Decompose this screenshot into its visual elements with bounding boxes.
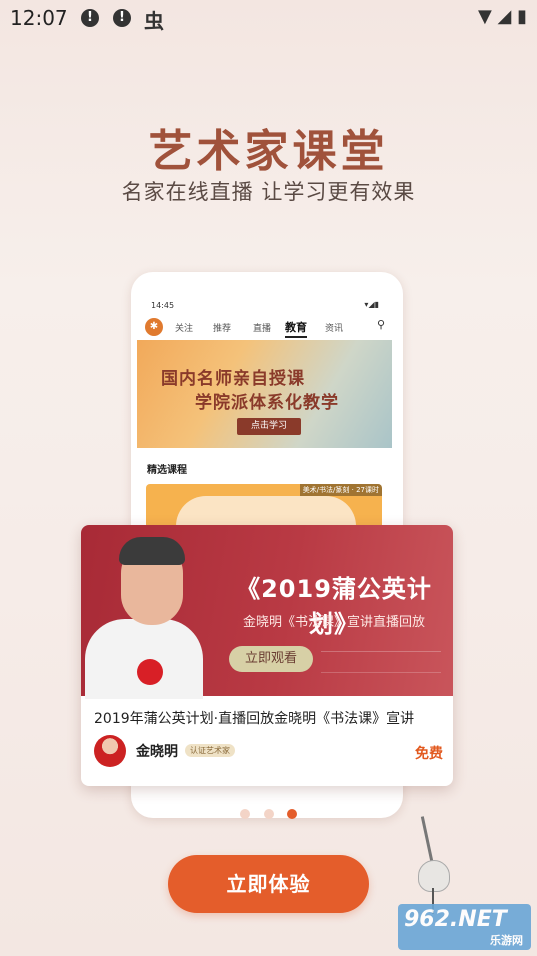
hero-title: 艺术家课堂 xyxy=(148,126,389,177)
course-banner-subtitle: 金晓明《书法课》宣讲直播回放 xyxy=(242,615,425,630)
status-bar: 12:07 ! ! 虫 ▼ ◢ ▮ xyxy=(0,0,537,36)
phone-status-time: 14:45 xyxy=(151,301,175,310)
watermark: 962.NET 乐游网 xyxy=(398,904,531,950)
alert-icon: ! xyxy=(81,9,99,27)
verified-badge: 认证艺术家 xyxy=(185,744,235,757)
phone-tab: 推荐 xyxy=(213,324,232,334)
rose-icon xyxy=(137,659,163,685)
watermark-brand: 962.NET xyxy=(404,907,507,932)
course-card-banner[interactable]: 《2019蒲公英计划》 金晓明《书法课》宣讲直播回放 立即观看 xyxy=(81,525,453,699)
app-logo-icon: ✱ xyxy=(145,318,163,336)
phone-banner-button: 点击学习 xyxy=(237,418,301,435)
phone-banner: 国内名师亲自授课 学院派体系化教学 点击学习 xyxy=(137,340,392,448)
pager-dot[interactable] xyxy=(264,809,274,819)
teacher-photo xyxy=(81,533,206,699)
alert-icon: ! xyxy=(113,9,131,27)
phone-banner-line2: 学院派体系化教学 xyxy=(195,393,339,413)
phone-status-icons: ▾◢▮ xyxy=(364,300,379,309)
phone-nav: ✱ 关注 推荐 直播 教育 资讯 ⚲ xyxy=(143,318,393,338)
watermark-sub: 乐游网 xyxy=(490,934,523,947)
phone-section-title: 精选课程 xyxy=(147,465,187,476)
pager-dot-active[interactable] xyxy=(287,809,297,819)
course-title[interactable]: 2019年蒲公英计划·直播回放金晓明《书法课》宣讲 xyxy=(94,708,444,728)
status-right-icons: ▼ ◢ ▮ xyxy=(478,6,527,27)
price-label: 免费 xyxy=(415,746,443,762)
decorative-lines xyxy=(321,651,441,673)
signal-icon: ◢ xyxy=(497,6,512,27)
wifi-icon: ▼ xyxy=(477,6,492,27)
avatar[interactable] xyxy=(94,735,126,767)
phone-tab-active: 教育 xyxy=(285,319,307,338)
search-icon: ⚲ xyxy=(376,318,385,331)
phone-tab: 直播 xyxy=(253,324,272,334)
teacher-name[interactable]: 金晓明 xyxy=(136,741,178,761)
course-tag: 美术/书法/篆刻 · 27课时 xyxy=(299,484,382,496)
bug-icon: 虫 xyxy=(144,9,164,33)
status-time: 12:07 xyxy=(10,6,68,30)
course-card[interactable]: 《2019蒲公英计划》 金晓明《书法课》宣讲直播回放 立即观看 2019年蒲公英… xyxy=(81,525,453,786)
hero-subtitle: 名家在线直播 让学习更有效果 xyxy=(121,180,416,204)
phone-banner-line1: 国内名师亲自授课 xyxy=(161,369,305,389)
phone-tab: 关注 xyxy=(175,324,194,334)
phone-tab: 资讯 xyxy=(325,324,344,334)
pager-dot[interactable] xyxy=(240,809,250,819)
crane-illustration xyxy=(400,808,460,918)
watch-now-button[interactable]: 立即观看 xyxy=(229,646,313,672)
try-now-button[interactable]: 立即体验 xyxy=(168,855,369,913)
battery-icon: ▮ xyxy=(517,6,527,27)
